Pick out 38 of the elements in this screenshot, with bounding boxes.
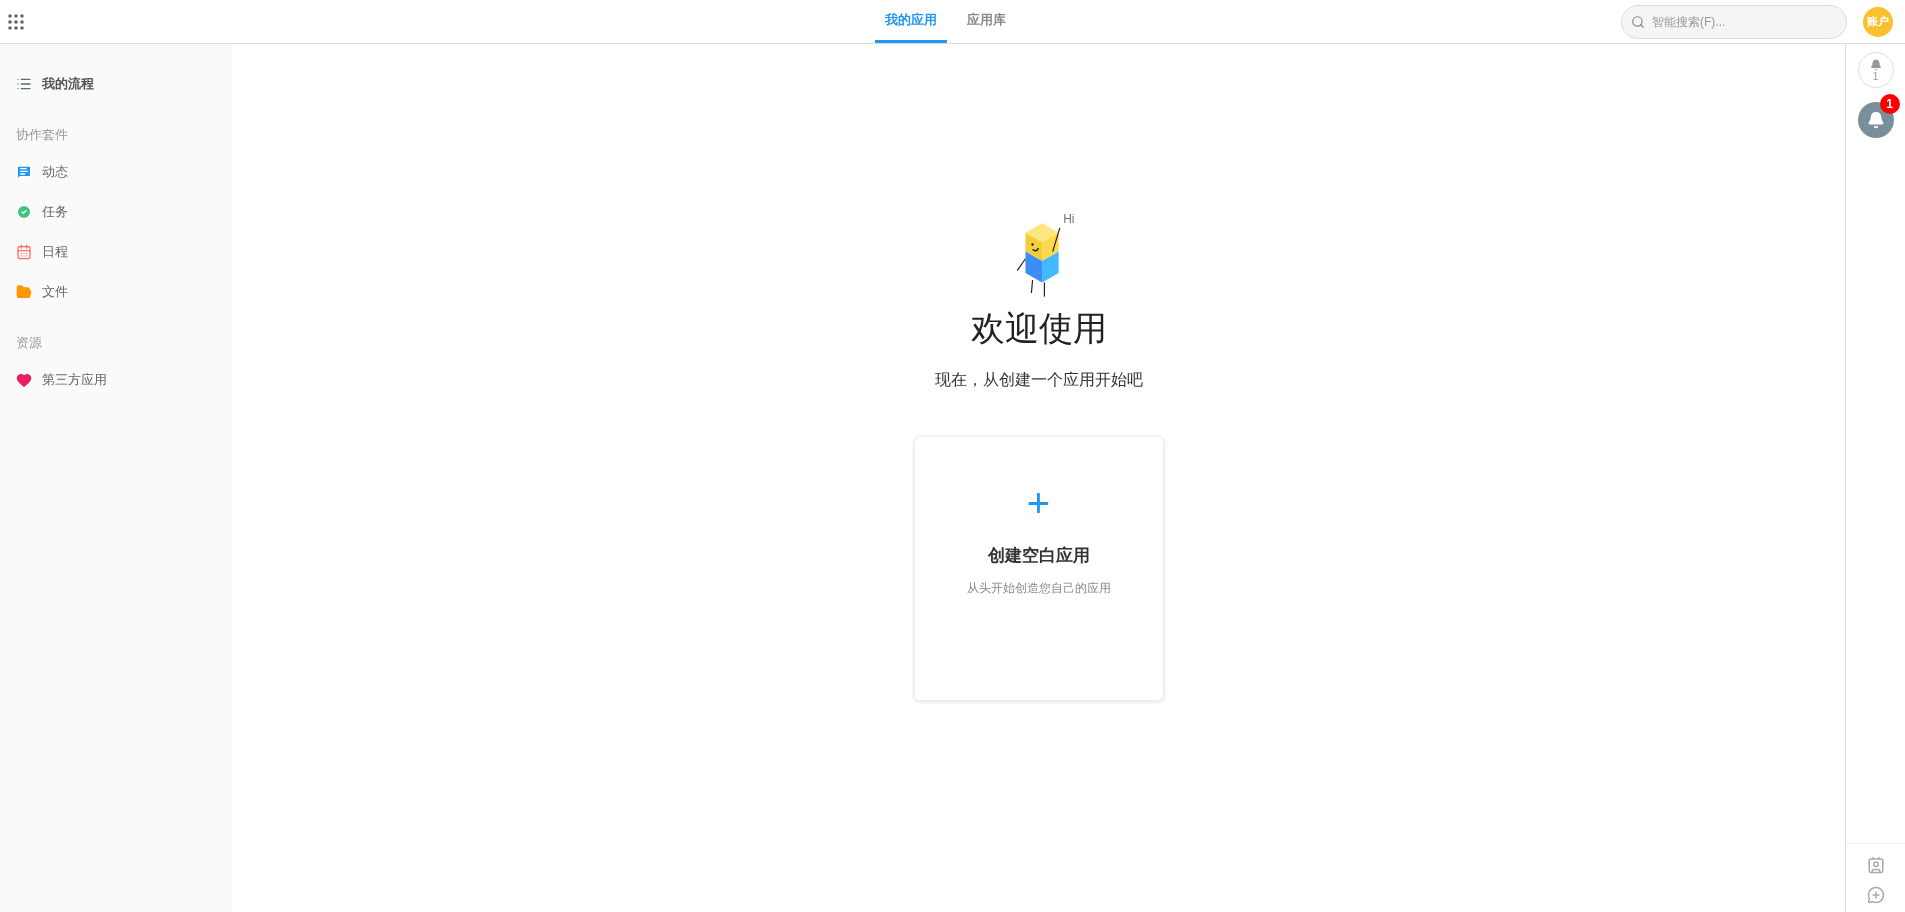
create-app-card[interactable]: + 创建空白应用 从头开始创造您自己的应用 <box>913 436 1164 701</box>
section-title: 资源 <box>16 334 43 352</box>
unread-badge: 1 <box>1879 94 1900 114</box>
item-label: 日程 <box>42 243 68 262</box>
item-label: 我的流程 <box>42 75 94 94</box>
nav-tab[interactable]: 我的应用 <box>875 0 947 43</box>
item-label: 文件 <box>42 283 68 302</box>
sidebar-item[interactable]: 任务 <box>16 199 216 225</box>
sidebar-item[interactable]: 第三方应用 <box>16 367 216 393</box>
nav-tab[interactable]: 应用库 <box>957 0 1016 43</box>
card-title: 创建空白应用 <box>987 545 1090 567</box>
plus-sign: + <box>1026 483 1051 523</box>
welcome-subtitle: 现在，从创建一个应用开始吧 <box>934 370 1143 390</box>
item-label: 第三方应用 <box>42 371 107 390</box>
sidebar-item[interactable]: 文件 <box>16 279 216 305</box>
calendar-icon <box>16 244 32 260</box>
item-label: 动态 <box>42 163 68 182</box>
sidebar-item[interactable]: 日程 <box>16 239 216 265</box>
welcome-title: 欢迎使用 <box>970 308 1107 349</box>
item-label: 任务 <box>42 203 68 222</box>
message-icon <box>16 164 32 180</box>
notification-count: 1 <box>1872 70 1879 82</box>
greeting-text: Hi <box>1063 211 1075 228</box>
list-icon <box>16 76 32 92</box>
contact-card-icon[interactable] <box>1866 856 1885 874</box>
card-description: 从头开始创造您自己的应用 <box>966 579 1111 597</box>
sidebar-item[interactable]: 我的流程 <box>16 71 216 97</box>
heart-icon <box>16 372 32 388</box>
chat-plus-icon[interactable] <box>1866 886 1885 904</box>
sidebar-item[interactable]: 动态 <box>16 159 216 185</box>
apps-grid-icon[interactable] <box>8 13 24 30</box>
check-circle-icon <box>16 204 32 220</box>
folder-icon <box>16 284 32 300</box>
bell-icon <box>1866 111 1885 129</box>
search-icon <box>1631 14 1645 29</box>
search-field[interactable]: 智能搜索(F)... <box>1621 4 1847 39</box>
bell-icon <box>1869 58 1882 71</box>
section-title: 协作套件 <box>16 126 69 144</box>
